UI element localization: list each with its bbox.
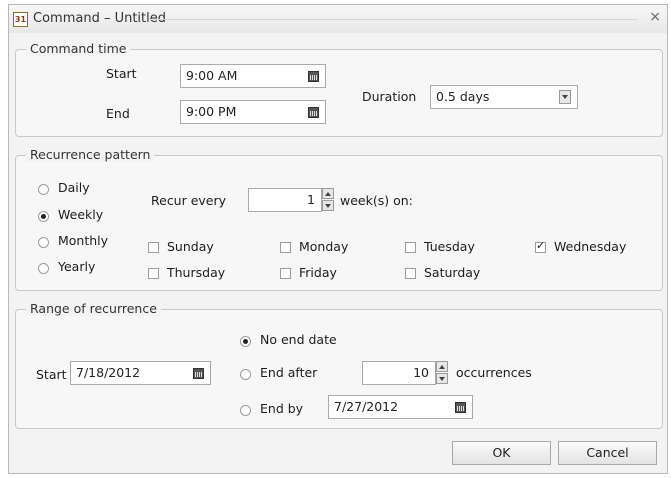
calendar-icon: 31 [13, 12, 28, 27]
command-time-title: Command time [26, 41, 131, 56]
command-dialog: 31 Command – Untitled × Command time Sta… [8, 4, 668, 474]
checkbox-friday[interactable] [280, 268, 291, 279]
range-of-recurrence-title: Range of recurrence [26, 301, 161, 316]
range-start-label: Start [36, 367, 67, 382]
radio-yearly-label[interactable]: Yearly [58, 259, 95, 274]
duration-select[interactable]: 0.5 days [430, 85, 578, 109]
end-time-label: End [106, 106, 130, 121]
end-by-date-field[interactable]: 7/27/2012 [328, 395, 473, 419]
radio-no-end-date-label[interactable]: No end date [260, 332, 337, 347]
checkbox-thursday-label[interactable]: Thursday [167, 265, 225, 280]
checkbox-thursday[interactable] [148, 268, 159, 279]
end-time-value: 9:00 PM [186, 104, 237, 119]
start-time-value: 9:00 AM [186, 68, 238, 83]
recur-every-label: Recur every [151, 193, 227, 208]
command-time-group: Command time Start 9:00 AM End 9:00 PM D… [15, 41, 663, 137]
spin-up-icon[interactable] [436, 361, 448, 372]
checkbox-saturday[interactable] [405, 268, 416, 279]
checkbox-saturday-label[interactable]: Saturday [424, 265, 480, 280]
start-time-label: Start [106, 66, 137, 81]
duration-value: 0.5 days [436, 89, 490, 104]
title-divider [149, 19, 637, 20]
end-after-value: 10 [413, 365, 429, 380]
cancel-button[interactable]: Cancel [558, 441, 657, 465]
radio-daily[interactable] [38, 184, 49, 195]
start-time-calendar-icon[interactable] [308, 71, 319, 82]
end-time-field[interactable]: 9:00 PM [180, 100, 326, 124]
range-start-date-value: 7/18/2012 [76, 365, 141, 380]
title-bar[interactable]: 31 Command – Untitled × [9, 5, 667, 33]
recur-every-input[interactable]: 1 [248, 188, 322, 212]
recur-every-stepper[interactable] [322, 188, 334, 212]
radio-end-by[interactable] [240, 405, 251, 416]
radio-weekly-label[interactable]: Weekly [58, 207, 103, 222]
checkbox-wednesday[interactable] [535, 239, 546, 253]
checkbox-monday-label[interactable]: Monday [299, 239, 348, 254]
occurrences-label: occurrences [456, 365, 532, 380]
radio-monthly[interactable] [38, 237, 49, 248]
radio-daily-label[interactable]: Daily [58, 180, 90, 195]
spin-down-icon[interactable] [436, 373, 448, 384]
spin-up-icon[interactable] [322, 188, 334, 199]
radio-end-after-label[interactable]: End after [260, 365, 317, 380]
window-title: Command – Untitled [33, 11, 167, 26]
recur-every-value: 1 [307, 192, 315, 207]
radio-monthly-label[interactable]: Monthly [58, 233, 108, 248]
start-time-field[interactable]: 9:00 AM [180, 64, 326, 88]
recurrence-pattern-title: Recurrence pattern [26, 147, 155, 162]
end-after-stepper[interactable] [436, 361, 448, 385]
chevron-down-icon[interactable] [559, 90, 571, 104]
radio-yearly[interactable] [38, 263, 49, 274]
spin-down-icon[interactable] [322, 200, 334, 211]
checkbox-sunday-label[interactable]: Sunday [167, 239, 214, 254]
recurrence-pattern-group: Recurrence pattern Daily Weekly Monthly … [15, 147, 663, 291]
end-after-input[interactable]: 10 [362, 361, 436, 385]
ok-button[interactable]: OK [452, 441, 551, 465]
radio-end-by-label[interactable]: End by [260, 401, 303, 416]
range-start-date-field[interactable]: 7/18/2012 [70, 361, 211, 385]
weeks-on-label: week(s) on: [340, 193, 413, 208]
end-by-calendar-icon[interactable] [455, 402, 466, 413]
checkbox-tuesday-label[interactable]: Tuesday [424, 239, 475, 254]
close-icon[interactable]: × [649, 9, 661, 25]
duration-label: Duration [362, 89, 417, 104]
range-start-calendar-icon[interactable] [193, 368, 204, 379]
radio-end-after[interactable] [240, 369, 251, 380]
checkbox-monday[interactable] [280, 242, 291, 253]
range-of-recurrence-group: Range of recurrence Start 7/18/2012 No e… [15, 301, 663, 429]
radio-no-end-date[interactable] [240, 336, 251, 347]
end-by-date-value: 7/27/2012 [334, 399, 399, 414]
checkbox-wednesday-label[interactable]: Wednesday [554, 239, 626, 254]
checkbox-tuesday[interactable] [405, 242, 416, 253]
radio-weekly[interactable] [38, 211, 49, 222]
checkbox-friday-label[interactable]: Friday [299, 265, 337, 280]
checkbox-sunday[interactable] [148, 242, 159, 253]
end-time-calendar-icon[interactable] [308, 107, 319, 118]
